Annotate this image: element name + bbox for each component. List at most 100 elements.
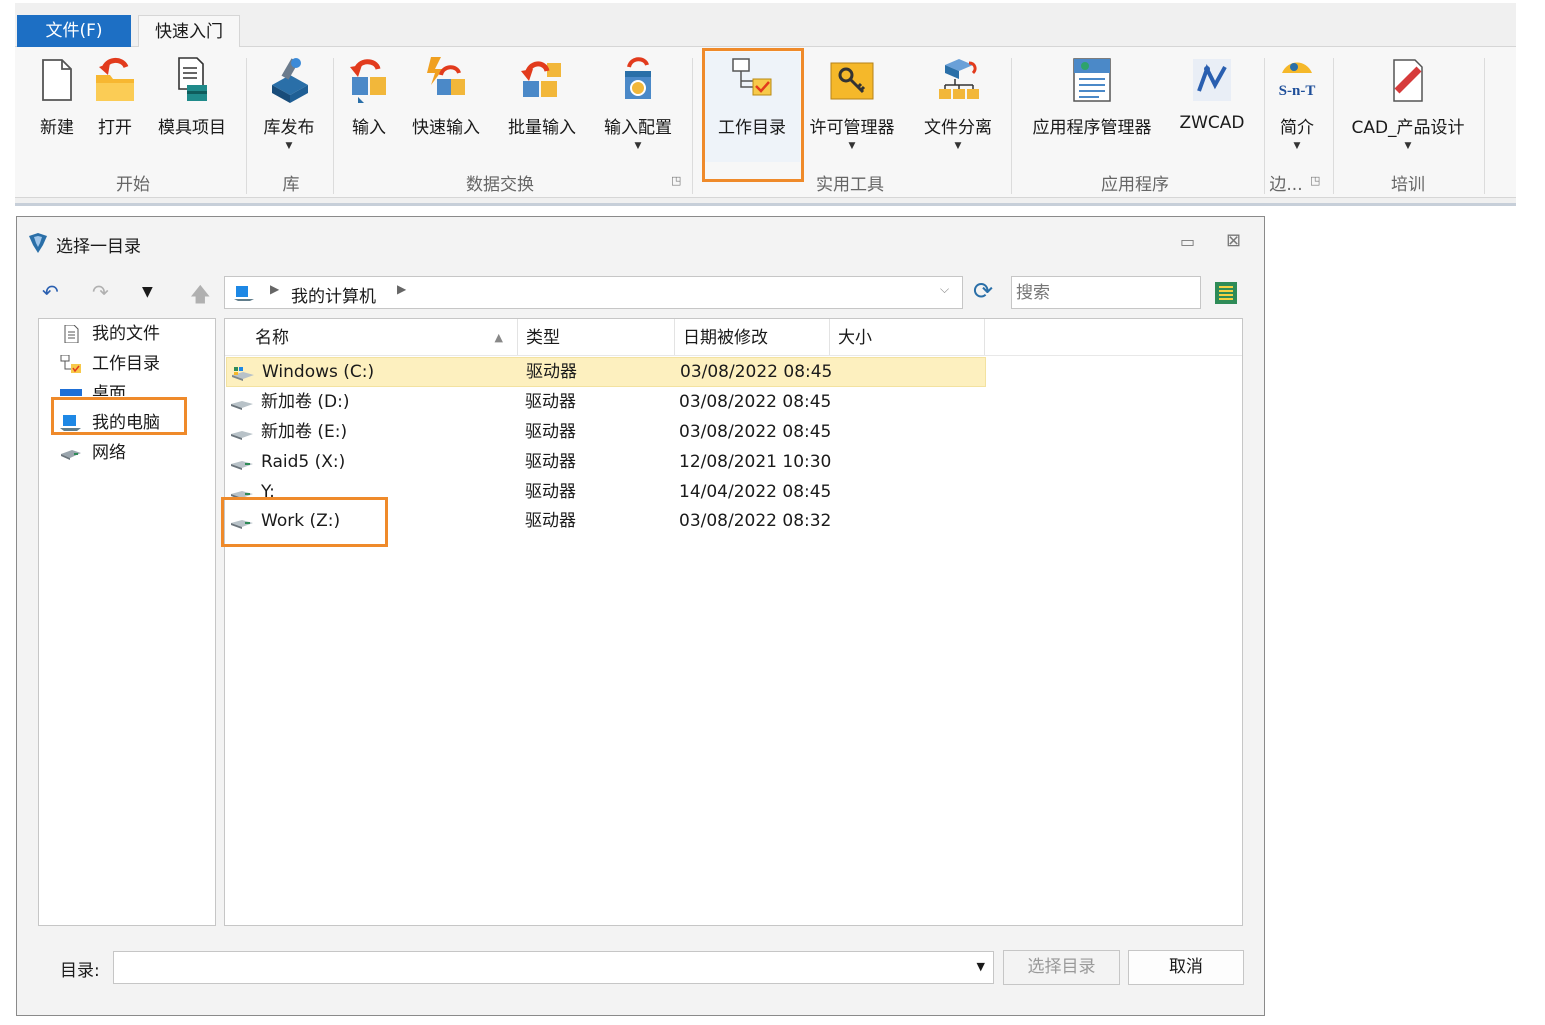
dialog-title: 选择一目录 [56, 237, 141, 257]
file-type: 驱动器 [525, 422, 576, 442]
chevron-down-icon[interactable]: ▼ [916, 141, 1000, 151]
chevron-down-icon[interactable]: ▼ [256, 141, 322, 151]
search-input[interactable] [1011, 276, 1201, 309]
column-header-size[interactable]: 大小 [830, 319, 985, 355]
directory-label: 目录: [60, 961, 100, 981]
breadcrumb-expand-icon[interactable]: ▶ [397, 282, 406, 296]
library-publish-icon [272, 58, 308, 103]
license-manager-label: 许可管理器 [809, 118, 895, 138]
group-separator [1264, 58, 1265, 194]
header-divider [225, 355, 1242, 356]
history-dropdown-icon[interactable]: ▼ [142, 284, 153, 300]
nav-label: 网络 [92, 443, 126, 463]
group-label-applications: 应用程序 [1101, 175, 1169, 195]
drive-icon [231, 431, 253, 440]
quick-import-label: 快速输入 [412, 118, 480, 138]
file-type: 驱动器 [525, 511, 576, 531]
import-icon [350, 59, 386, 103]
dialog-launcher-icon[interactable]: ◳ [671, 174, 681, 187]
network-drive-icon [231, 461, 253, 470]
refresh-icon[interactable]: ⟳ [973, 277, 993, 305]
work-folder-icon [60, 355, 81, 373]
group-separator [1011, 58, 1012, 194]
tab-file[interactable]: 文件(F) [17, 15, 131, 47]
file-split-icon [939, 59, 979, 99]
file-modified: 03/08/2022 08:45 [679, 392, 832, 412]
dialog-launcher-icon[interactable]: ◳ [1310, 174, 1320, 187]
directory-combobox[interactable]: ▼ [113, 951, 994, 984]
zwcad-icon [1193, 59, 1231, 101]
table-row[interactable]: Raid5 (X:) 驱动器 12/08/2021 10:30 [226, 447, 986, 477]
group-label-start: 开始 [116, 175, 150, 195]
new-label: 新建 [40, 118, 74, 138]
column-name-label: 名称 [255, 328, 289, 348]
select-directory-button[interactable]: 选择目录 [1003, 950, 1120, 985]
file-modified: 12/08/2021 10:30 [679, 452, 832, 472]
group-label-library: 库 [282, 175, 300, 195]
back-icon[interactable]: ↶ [42, 280, 59, 304]
help-icon[interactable]: ▭ [1180, 232, 1195, 251]
windows-drive-icon [232, 367, 254, 381]
group-label-edge: 边... [1269, 175, 1303, 195]
file-split-label: 文件分离 [924, 118, 992, 138]
ribbon-divider [15, 203, 1516, 206]
nav-label: 我的文件 [92, 324, 160, 344]
highlight-work-drive [221, 497, 388, 547]
nav-label: 工作目录 [92, 354, 160, 374]
computer-icon [234, 286, 254, 301]
column-header-modified[interactable]: 日期被修改 [675, 319, 830, 355]
file-modified: 03/08/2022 08:45 [679, 422, 832, 442]
cancel-button[interactable]: 取消 [1128, 950, 1244, 985]
view-details-icon[interactable] [1214, 281, 1238, 305]
table-row[interactable]: Windows (C:) 驱动器 03/08/2022 08:45 [226, 357, 986, 387]
file-type: 驱动器 [525, 482, 576, 502]
snt-intro-icon: S-n-T [1279, 62, 1316, 99]
chevron-down-icon[interactable]: ▼ [977, 960, 985, 973]
cad-product-design-label: CAD_产品设计 [1351, 118, 1465, 138]
open-folder-icon [96, 58, 134, 101]
library-publish-label: 库发布 [263, 118, 315, 138]
column-header-name[interactable]: 名称 ▲ [245, 319, 518, 355]
intro-label: 简介 [1280, 118, 1314, 138]
table-row[interactable]: 新加卷 (D:) 驱动器 03/08/2022 08:45 [226, 387, 986, 417]
group-separator [692, 58, 693, 194]
import-config-label: 输入配置 [604, 118, 672, 138]
svg-text:S-n-T: S-n-T [1279, 83, 1316, 99]
mold-project-icon [178, 57, 207, 101]
file-modified: 03/08/2022 08:32 [679, 511, 832, 531]
drive-icon [231, 401, 253, 410]
tab-quick-start[interactable]: 快速入门 [138, 15, 240, 47]
chevron-down-icon[interactable]: ▼ [1340, 141, 1476, 151]
new-document-icon [42, 59, 72, 101]
batch-import-icon [521, 61, 561, 97]
app-manager-icon [1073, 58, 1111, 102]
group-label-training: 培训 [1391, 175, 1425, 195]
up-folder-icon[interactable]: 🡅 [190, 280, 211, 314]
group-separator [333, 58, 334, 194]
chevron-down-icon[interactable]: ▼ [596, 141, 680, 151]
group-separator [1484, 58, 1485, 194]
highlight-work-directory [702, 48, 804, 182]
group-separator [1333, 58, 1334, 194]
quick-import-icon [427, 57, 465, 95]
mold-project-label: 模具项目 [158, 118, 226, 138]
breadcrumb-my-computer[interactable]: 我的计算机 [291, 282, 376, 307]
column-header-type[interactable]: 类型 [518, 319, 675, 355]
table-row[interactable]: 新加卷 (E:) 驱动器 03/08/2022 08:45 [226, 417, 986, 447]
document-icon [64, 325, 79, 343]
batch-import-label: 批量输入 [508, 118, 576, 138]
address-dropdown-icon[interactable]: ⌵ [940, 282, 949, 297]
file-name: Windows (C:) [262, 362, 375, 382]
group-label-data-exchange: 数据交换 [466, 175, 534, 195]
chevron-down-icon[interactable]: ▼ [1266, 141, 1328, 151]
app-manager-label: 应用程序管理器 [1032, 118, 1152, 138]
training-document-icon [1393, 59, 1423, 102]
file-type: 驱动器 [525, 392, 576, 412]
highlight-my-computer [51, 397, 187, 435]
file-modified: 03/08/2022 08:45 [680, 362, 833, 382]
file-type: 驱动器 [526, 362, 577, 382]
chevron-down-icon[interactable]: ▼ [804, 141, 900, 151]
forward-icon[interactable]: ↷ [92, 280, 109, 304]
close-icon[interactable]: ⊠ [1226, 230, 1241, 251]
file-name: Raid5 (X:) [261, 452, 346, 472]
